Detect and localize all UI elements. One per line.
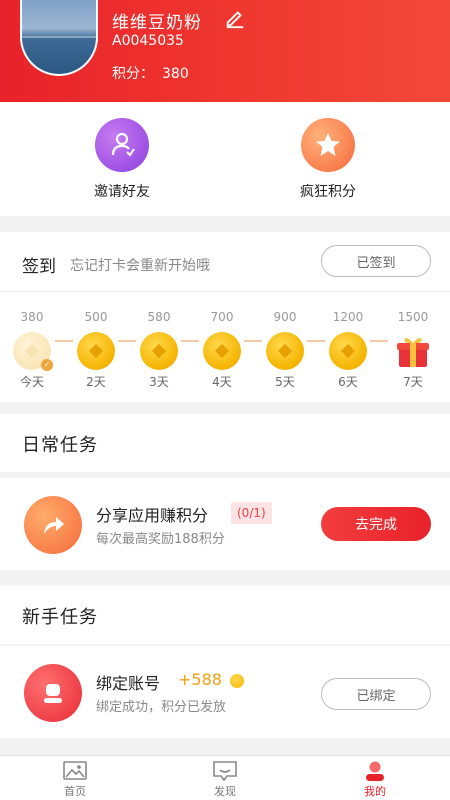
day-label: 6天 — [338, 375, 358, 389]
nav-home[interactable]: 首页 — [45, 760, 105, 799]
day-label: 2天 — [86, 375, 106, 389]
signin-day-6: 1200 6天 — [326, 310, 370, 390]
daily-tasks-header: 日常任务 — [0, 414, 450, 472]
gift-icon — [394, 332, 432, 370]
profile-icon — [366, 761, 384, 781]
nav-mine[interactable]: 我的 — [345, 760, 405, 799]
nav-discover-label: 发现 — [214, 785, 236, 798]
signin-day-3: 580 3天 — [137, 310, 181, 390]
profile-header: 维维豆奶粉 A0045035 积分： 380 — [0, 0, 450, 102]
day-connector — [118, 340, 136, 342]
signin-title: 签到 — [22, 257, 56, 277]
daily-tasks-title: 日常任务 — [22, 435, 98, 456]
bottom-nav: 首页 发现 我的 — [0, 755, 450, 800]
newbie-tasks-title: 新手任务 — [22, 607, 98, 628]
task-reward: +588 — [178, 670, 222, 689]
coin-checked-icon: ✓ — [13, 332, 53, 371]
day-points: 580 — [147, 310, 171, 324]
day-label: 3天 — [149, 375, 169, 389]
day-points: 900 — [273, 310, 297, 324]
user-icon — [24, 664, 82, 722]
day-connector — [307, 340, 325, 342]
invite-user-icon — [95, 118, 149, 172]
day-points: 1200 — [332, 310, 364, 324]
task-desc: 每次最高奖励188积分 — [96, 532, 225, 547]
signin-day-2: 500 2天 — [74, 310, 118, 390]
day-connector — [55, 340, 73, 342]
task-progress-badge: (0/1) — [231, 502, 272, 524]
invite-friends-button[interactable]: 邀请好友 — [67, 118, 177, 201]
crazy-points-button[interactable]: 疯狂积分 — [273, 118, 383, 201]
chat-icon — [213, 761, 237, 782]
image-icon — [63, 761, 87, 780]
day-points: 1500 — [397, 310, 429, 324]
task-bind-account: 绑定账号 +588 绑定成功，积分已发放 已绑定 — [0, 646, 450, 738]
day-connector — [181, 340, 199, 342]
user-name: 维维豆奶粉 — [112, 13, 202, 33]
day-label: 5天 — [275, 375, 295, 389]
coin-icon — [230, 674, 244, 688]
day-label: 4天 — [212, 375, 232, 389]
signed-in-button[interactable]: 已签到 — [321, 245, 431, 277]
signin-hint: 忘记打卡会重新开始哦 — [70, 258, 210, 274]
nav-discover[interactable]: 发现 — [195, 760, 255, 799]
invite-friends-label: 邀请好友 — [94, 184, 150, 200]
edit-icon[interactable] — [224, 7, 246, 29]
go-complete-button[interactable]: 去完成 — [321, 507, 431, 541]
coin-icon — [140, 332, 178, 370]
star-icon — [301, 118, 355, 172]
day-label: 今天 — [19, 375, 44, 389]
task-name: 绑定账号 — [96, 674, 161, 693]
newbie-tasks-header: 新手任务 — [0, 586, 450, 644]
crazy-points-label: 疯狂积分 — [300, 184, 356, 200]
nav-mine-label: 我的 — [364, 785, 386, 798]
share-arrow-icon — [24, 496, 82, 554]
coin-icon — [266, 332, 304, 370]
day-points: 380 — [20, 310, 44, 324]
coin-icon — [77, 332, 115, 370]
task-name: 分享应用赚积分 — [96, 506, 209, 525]
points-row: 积分： 380 — [112, 63, 197, 83]
bound-button[interactable]: 已绑定 — [321, 678, 431, 710]
day-points: 500 — [84, 310, 108, 324]
day-points: 700 — [210, 310, 234, 324]
day-connector — [244, 340, 262, 342]
check-icon: ✓ — [41, 359, 53, 371]
coin-icon — [203, 332, 241, 370]
quick-actions: 邀请好友 疯狂积分 — [0, 102, 450, 216]
day-connector — [370, 340, 388, 342]
divider — [0, 291, 450, 292]
nav-home-label: 首页 — [64, 785, 86, 798]
avatar[interactable] — [20, 0, 98, 76]
signin-card: 签到 忘记打卡会重新开始哦 已签到 380 ✓ 今天 500 2天 580 3天… — [0, 232, 450, 402]
user-id: A0045035 — [112, 33, 184, 49]
coin-icon — [329, 332, 367, 370]
task-desc: 绑定成功，积分已发放 — [96, 700, 227, 715]
points-value: 380 — [162, 66, 189, 82]
points-label: 积分： — [112, 66, 154, 82]
signin-day-5: 900 5天 — [263, 310, 307, 390]
signin-day-7: 1500 7天 — [391, 310, 435, 390]
signin-day-1: 380 ✓ 今天 — [10, 310, 54, 390]
signin-day-4: 700 4天 — [200, 310, 244, 390]
task-share-app: 分享应用赚积分 (0/1) 每次最高奖励188积分 去完成 — [0, 478, 450, 570]
day-label: 7天 — [403, 375, 423, 389]
